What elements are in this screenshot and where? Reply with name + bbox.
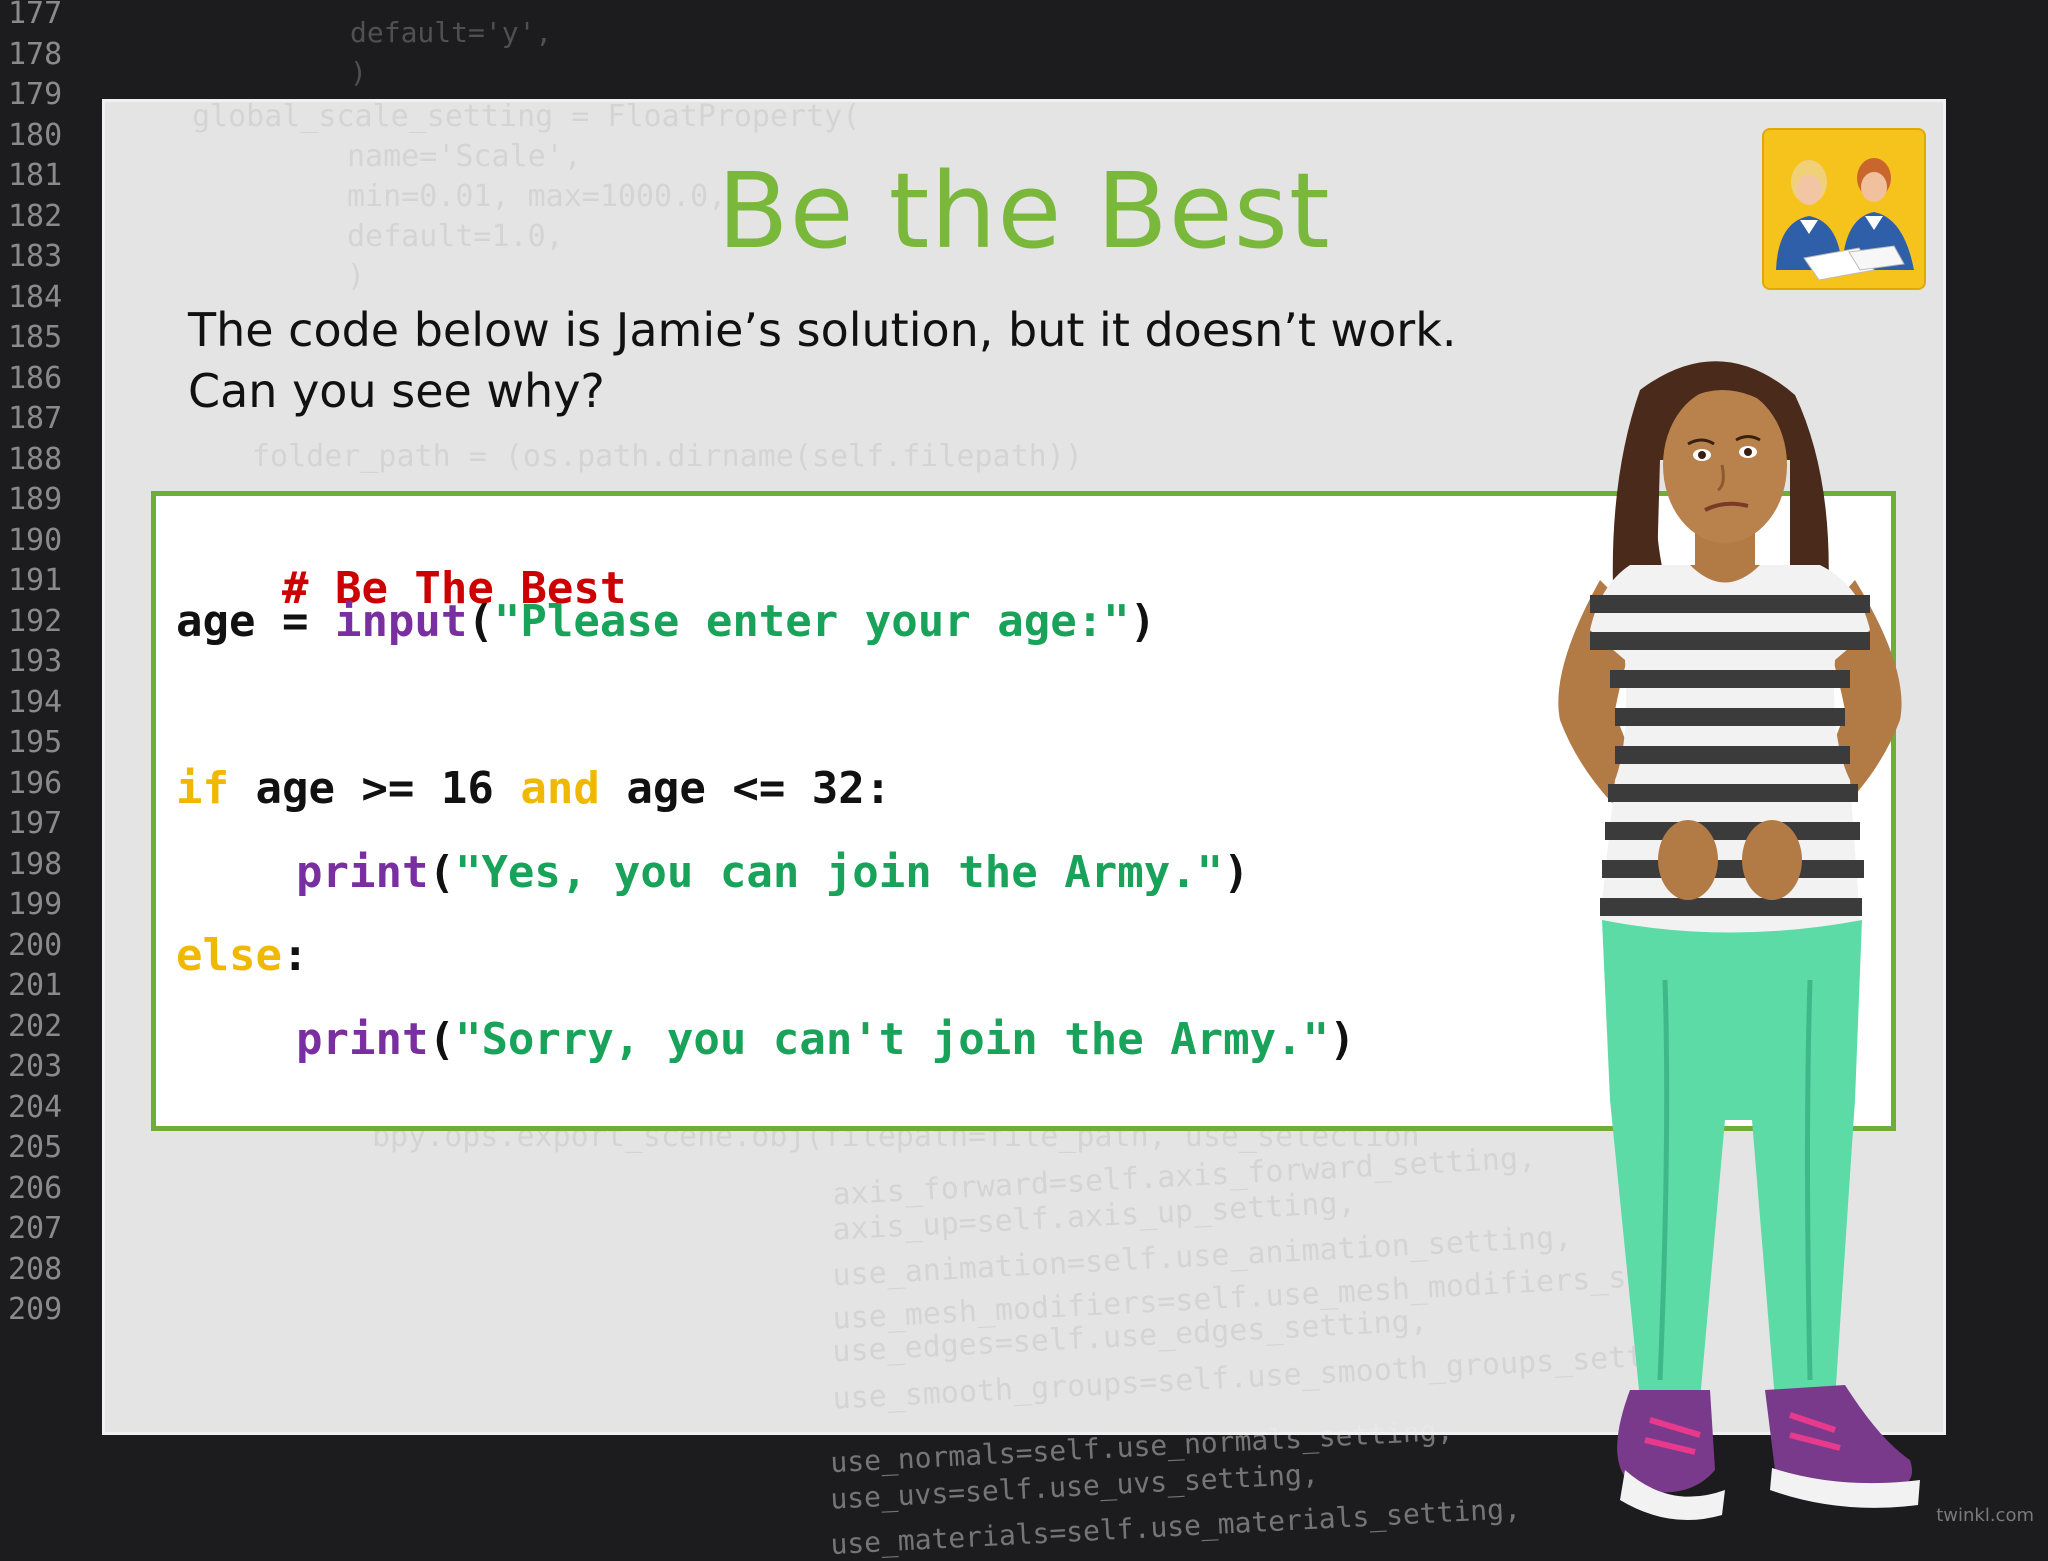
code-keyword: if	[176, 763, 229, 814]
code-token: (	[428, 1014, 455, 1065]
code-token: age =	[176, 596, 335, 647]
line-number: 207	[8, 1211, 63, 1246]
line-number: 195	[8, 725, 63, 760]
line-number: 202	[8, 1008, 63, 1044]
code-print-no-line: print("Sorry, you can't join the Army.")	[296, 1014, 1356, 1065]
line-number: 194	[8, 684, 63, 720]
code-token: age >= 16	[228, 763, 521, 814]
line-number: 200	[8, 927, 63, 963]
line-number: 199	[8, 887, 63, 922]
line-number: 191	[8, 563, 63, 598]
code-function: print	[296, 847, 429, 898]
line-number: 201	[8, 968, 63, 1003]
bg-code-line: )	[350, 56, 367, 89]
code-if-line: if age >= 16 and age <= 32:	[176, 763, 891, 814]
line-number: 209	[8, 1292, 63, 1327]
code-keyword: and	[520, 763, 600, 814]
code-string: "Sorry, you can't join the Army."	[454, 1014, 1330, 1065]
code-token: )	[1223, 847, 1250, 898]
line-number: 177	[8, 0, 63, 31]
line-number: 178	[8, 36, 63, 72]
line-number: 197	[8, 806, 63, 841]
ghost-code-line: global_scale_setting = FloatProperty(	[192, 99, 861, 134]
line-number: 203	[8, 1049, 63, 1084]
code-input-line: age = input("Please enter your age:")	[176, 596, 1156, 647]
code-string: "Please enter your age:"	[493, 596, 1130, 647]
line-number: 208	[8, 1251, 63, 1287]
line-number: 204	[8, 1089, 63, 1125]
intro-line: The code below is Jamie’s solution, but …	[188, 303, 1457, 357]
students-reading-icon	[1762, 128, 1926, 290]
line-number: 179	[8, 77, 63, 112]
line-number: 205	[8, 1130, 63, 1165]
code-function: input	[334, 596, 468, 647]
bg-code-line: default='y',	[350, 16, 553, 49]
code-keyword: else	[176, 930, 282, 981]
watermark: twinkl.com	[1936, 1505, 2034, 1526]
code-print-yes-line: print("Yes, you can join the Army.")	[296, 847, 1250, 898]
line-number: 185	[8, 320, 63, 355]
code-token: (	[467, 596, 494, 647]
line-number: 189	[8, 482, 63, 517]
line-number: 188	[8, 441, 63, 477]
code-token: age <= 32:	[599, 763, 892, 814]
line-number: 184	[8, 279, 63, 315]
code-token: )	[1129, 596, 1157, 647]
line-number: 193	[8, 644, 63, 679]
code-string: "Yes, you can join the Army."	[454, 847, 1224, 898]
girl-character-illustration	[1558, 361, 1920, 1520]
code-token: )	[1329, 1014, 1356, 1065]
line-number: 192	[8, 603, 63, 639]
intro-text: The code below is Jamie’s solution, but …	[188, 300, 1588, 422]
code-function: print	[296, 1014, 429, 1065]
line-number: 198	[8, 846, 63, 882]
ghost-code-line: folder_path = (os.path.dirname(self.file…	[252, 439, 1083, 474]
code-token: :	[281, 930, 309, 981]
line-number: 206	[8, 1170, 63, 1206]
line-number: 190	[8, 522, 63, 558]
slide-title: Be the Best	[717, 150, 1331, 272]
intro-line: Can you see why?	[188, 364, 605, 418]
code-token: (	[428, 847, 455, 898]
line-number: 187	[8, 401, 63, 436]
line-number: 196	[8, 765, 63, 801]
line-number: 186	[8, 360, 63, 396]
code-else-line: else:	[176, 930, 308, 981]
